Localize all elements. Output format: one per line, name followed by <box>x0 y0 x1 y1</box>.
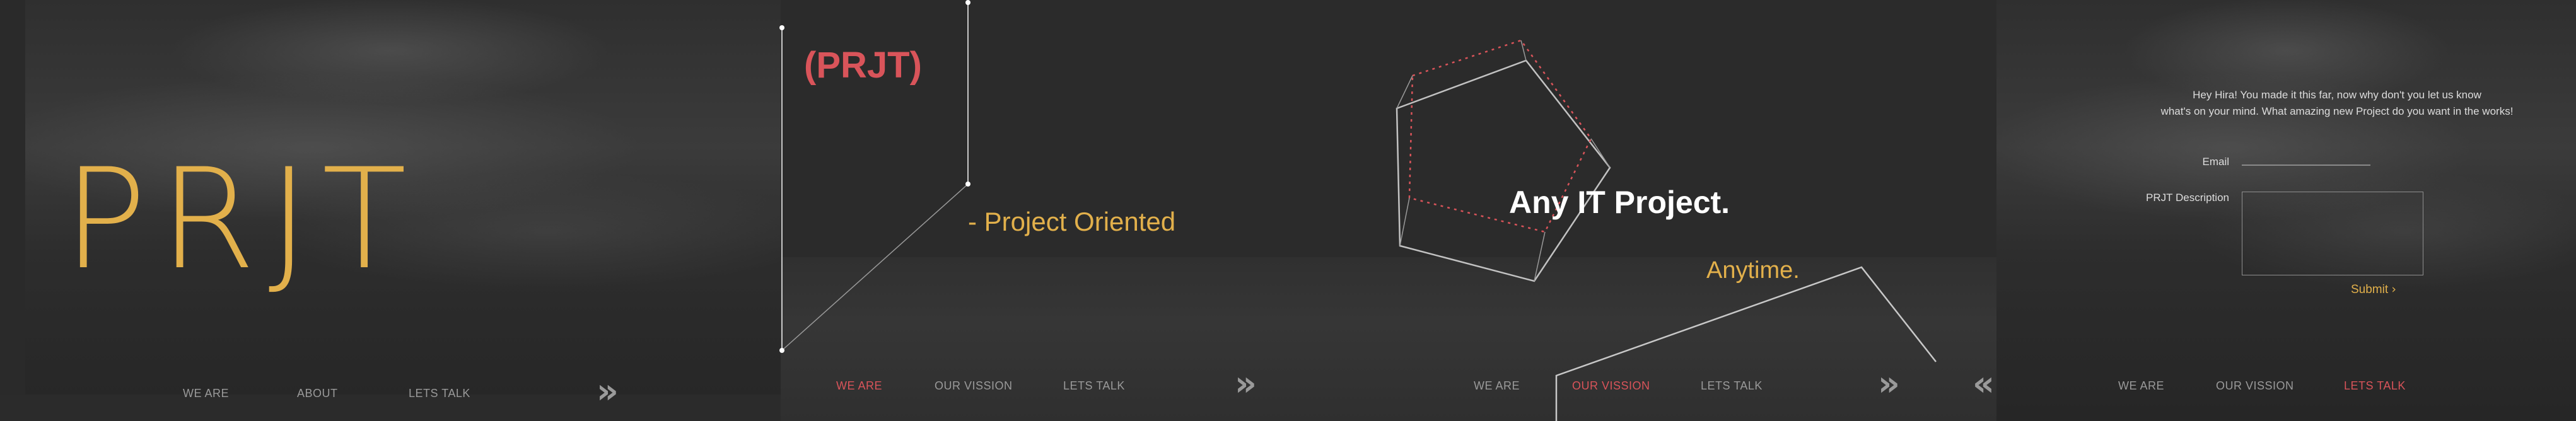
node-dot <box>779 25 784 30</box>
brand-title: (PRJT) <box>804 45 922 86</box>
diagonal-line <box>781 183 969 351</box>
nav-our-vission[interactable]: OUR VISSION <box>1572 379 1650 393</box>
node-dot <box>965 182 970 187</box>
submit-button[interactable]: Submit › <box>2351 282 2396 297</box>
double-chevron-left-icon[interactable]: « <box>1973 367 1995 401</box>
chevron-right-icon: › <box>2391 282 2397 296</box>
double-chevron-right-icon[interactable]: » <box>1878 367 1900 401</box>
subline: Anytime. <box>1706 257 1800 284</box>
nav-we-are[interactable]: WE ARE <box>183 387 229 400</box>
contact-message: Hey Hira! You made it this far, now why … <box>2135 87 2539 120</box>
nav-lets-talk[interactable]: LETS TALK <box>409 387 470 400</box>
description-label: PRJT Description <box>2146 192 2229 204</box>
nav-we-are[interactable]: WE ARE <box>1474 379 1520 393</box>
pentagon-shape <box>1396 39 1611 282</box>
description-field[interactable] <box>2242 192 2423 275</box>
nav-lets-talk[interactable]: LETS TALK <box>1701 379 1763 393</box>
email-field[interactable] <box>2242 164 2370 166</box>
tagline: - Project Oriented <box>968 207 1176 236</box>
message-line-2: what's on your mind. What amazing new Pr… <box>2160 105 2514 117</box>
double-chevron-right-icon[interactable]: » <box>1235 367 1257 401</box>
headline: Any IT Project. <box>1509 185 1730 220</box>
nav-we-are[interactable]: WE ARE <box>836 379 882 393</box>
nav-our-vission[interactable]: OUR VISSION <box>935 379 1013 393</box>
stage: PRJT WE ARE ABOUT LETS TALK » (PRJT) - P… <box>0 0 2576 421</box>
nav-our-vission[interactable]: OUR VISSION <box>2216 379 2294 393</box>
node-dot <box>965 0 970 5</box>
nav-lets-talk[interactable]: LETS TALK <box>2344 379 2406 393</box>
double-chevron-right-icon[interactable]: » <box>597 374 619 408</box>
submit-label: Submit <box>2351 283 2389 296</box>
message-line-1: Hey Hira! You made it this far, now why … <box>2193 89 2481 101</box>
nav-lets-talk[interactable]: LETS TALK <box>1063 379 1125 393</box>
prjt-logo: PRJT <box>63 139 419 300</box>
nav-we-are[interactable]: WE ARE <box>2118 379 2164 393</box>
email-label: Email <box>2202 156 2229 168</box>
node-dot <box>779 348 784 353</box>
nav-about[interactable]: ABOUT <box>297 387 338 400</box>
